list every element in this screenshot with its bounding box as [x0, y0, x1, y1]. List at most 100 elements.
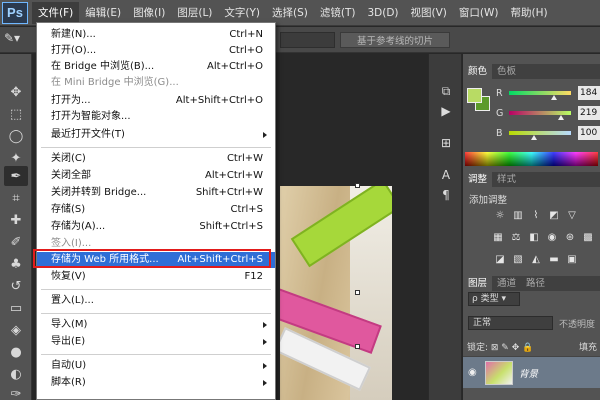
- blend-mode-select[interactable]: 正常: [468, 316, 553, 330]
- menu-item-browse-bridge[interactable]: 在 Bridge 中浏览(B)... Alt+Ctrl+O: [37, 59, 275, 75]
- channel-slider[interactable]: [509, 91, 571, 95]
- healing-brush-tool-icon[interactable]: ✚: [4, 210, 28, 230]
- menu-item-save-for-web[interactable]: 存储为 Web 所用格式... Alt+Shift+Ctrl+S: [37, 252, 275, 268]
- properties-panel-icon[interactable]: ⊞: [436, 134, 456, 152]
- curves-icon[interactable]: ⌇: [529, 208, 543, 222]
- tab-swatches[interactable]: 色板: [492, 64, 521, 79]
- character-panel-icon[interactable]: A: [436, 166, 456, 184]
- channel-value[interactable]: 219: [578, 106, 600, 120]
- menu-file[interactable]: 文件(F): [32, 1, 80, 24]
- channel-mixer-icon[interactable]: ⊛: [563, 230, 577, 244]
- menu-item-automate[interactable]: 自动(U): [37, 358, 275, 374]
- menu-item-open[interactable]: 打开(O)... Ctrl+O: [37, 43, 275, 59]
- color-spectrum-ramp[interactable]: [465, 152, 598, 166]
- channel-value[interactable]: 184: [578, 86, 600, 100]
- eyedropper-tool-icon[interactable]: ✒: [4, 166, 28, 186]
- adjustment-icons-row-3: ◪ ▧ ◭ ▬ ▣: [493, 252, 579, 266]
- crop-tool-icon[interactable]: ⌗: [4, 188, 28, 208]
- menu-item-recent-files[interactable]: 最近打开文件(T): [37, 127, 275, 143]
- tab-color[interactable]: 颜色: [463, 64, 493, 79]
- marquee-tool-icon[interactable]: ⬚: [4, 104, 28, 124]
- menu-item-export[interactable]: 导出(E): [37, 334, 275, 350]
- photo-filter-icon[interactable]: ◉: [545, 230, 559, 244]
- invert-icon[interactable]: ◪: [493, 252, 507, 266]
- menu-item-revert[interactable]: 恢复(V) F12: [37, 269, 275, 285]
- lock-label-text: 锁定:: [467, 343, 489, 353]
- brush-tool-icon[interactable]: ✐: [4, 232, 28, 252]
- slider-thumb[interactable]: [551, 95, 557, 100]
- black-white-icon[interactable]: ◧: [527, 230, 541, 244]
- tab-channels[interactable]: 通道: [492, 276, 521, 291]
- transform-handle[interactable]: [355, 344, 360, 349]
- brightness-icon[interactable]: ☼: [493, 208, 507, 222]
- collapsed-panel-strip: ⧉ ▶ ⊞ A ¶: [428, 54, 462, 400]
- menu-type[interactable]: 文字(Y): [218, 2, 266, 24]
- menu-view[interactable]: 视图(V): [405, 2, 453, 24]
- foreground-color-swatch[interactable]: [467, 88, 482, 103]
- transform-handle[interactable]: [355, 290, 360, 295]
- menu-item-scripts[interactable]: 脚本(R): [37, 375, 275, 391]
- tab-styles[interactable]: 样式: [492, 172, 521, 187]
- eraser-tool-icon[interactable]: ▭: [4, 298, 28, 318]
- selective-color-icon[interactable]: ▣: [565, 252, 579, 266]
- pen-tool-icon[interactable]: ✑: [4, 384, 28, 400]
- channel-value[interactable]: 100: [578, 126, 600, 140]
- menu-image[interactable]: 图像(I): [127, 2, 171, 24]
- exposure-icon[interactable]: ◩: [547, 208, 561, 222]
- vibrance-icon[interactable]: ▽: [565, 208, 579, 222]
- history-panel-icon[interactable]: ⧉: [436, 82, 456, 100]
- threshold-icon[interactable]: ◭: [529, 252, 543, 266]
- menu-item-close[interactable]: 关闭(C) Ctrl+W: [37, 151, 275, 167]
- slider-thumb[interactable]: [531, 135, 537, 140]
- menu-item-open-smart-object[interactable]: 打开为智能对象...: [37, 109, 275, 125]
- sample-size-field[interactable]: [280, 32, 335, 48]
- gradient-map-icon[interactable]: ▬: [547, 252, 561, 266]
- actions-play-icon[interactable]: ▶: [436, 102, 456, 120]
- posterize-icon[interactable]: ▧: [511, 252, 525, 266]
- add-adjustment-label: 添加调整: [469, 195, 508, 206]
- color-lookup-icon[interactable]: ▩: [581, 230, 595, 244]
- levels-icon[interactable]: ▥: [511, 208, 525, 222]
- menu-item-open-as[interactable]: 打开为... Alt+Shift+Ctrl+O: [37, 93, 275, 109]
- menu-item-import[interactable]: 导入(M): [37, 317, 275, 333]
- channel-slider[interactable]: [509, 131, 571, 135]
- menu-help[interactable]: 帮助(H): [505, 2, 554, 24]
- move-tool-icon[interactable]: ✥: [4, 82, 28, 102]
- eye-icon[interactable]: ◉: [468, 367, 477, 378]
- eyedropper-tool-preset-icon[interactable]: ✎▾: [4, 31, 26, 49]
- menu-window[interactable]: 窗口(W): [453, 2, 505, 24]
- slices-from-guides-button[interactable]: 基于参考线的切片: [340, 32, 450, 48]
- clone-stamp-tool-icon[interactable]: ♣: [4, 254, 28, 274]
- paragraph-panel-icon[interactable]: ¶: [436, 186, 456, 204]
- quick-selection-tool-icon[interactable]: ✦: [4, 148, 28, 168]
- hue-saturation-icon[interactable]: ▦: [491, 230, 505, 244]
- submenu-arrow-icon: [263, 322, 267, 328]
- color-balance-icon[interactable]: ⚖: [509, 230, 523, 244]
- dodge-tool-icon[interactable]: ◐: [4, 364, 28, 384]
- menu-3d[interactable]: 3D(D): [361, 2, 404, 24]
- tab-adjustments[interactable]: 调整: [463, 172, 493, 187]
- menu-item-close-all[interactable]: 关闭全部 Alt+Ctrl+W: [37, 168, 275, 184]
- menu-filter[interactable]: 滤镜(T): [314, 2, 362, 24]
- slider-thumb[interactable]: [558, 115, 564, 120]
- tools-panel: ✥ ⬚ ◯ ✦ ✒ ⌗ ✚ ✐ ♣ ↺ ▭ ◈ ● ◐ ✑: [0, 54, 32, 400]
- blur-tool-icon[interactable]: ●: [4, 342, 28, 362]
- tab-layers[interactable]: 图层: [463, 276, 493, 291]
- layer-name[interactable]: 背景: [519, 366, 538, 380]
- menu-layer[interactable]: 图层(L): [171, 2, 218, 24]
- transform-handle[interactable]: [355, 183, 360, 188]
- menu-item-place[interactable]: 置入(L)...: [37, 293, 275, 309]
- layer-row-background[interactable]: ◉ 背景: [463, 356, 600, 388]
- menu-select[interactable]: 选择(S): [266, 2, 314, 24]
- paint-bucket-tool-icon[interactable]: ◈: [4, 320, 28, 340]
- menu-edit[interactable]: 编辑(E): [79, 2, 127, 24]
- lasso-tool-icon[interactable]: ◯: [4, 126, 28, 146]
- history-brush-tool-icon[interactable]: ↺: [4, 276, 28, 296]
- layer-filter-kind-select[interactable]: ρ 类型 ▾: [468, 292, 520, 306]
- lock-label: 锁定: ⊠ ✎ ✥ 🔒: [467, 343, 534, 353]
- menu-item-save-as[interactable]: 存储为(A)... Shift+Ctrl+S: [37, 219, 275, 235]
- menu-item-save[interactable]: 存储(S) Ctrl+S: [37, 202, 275, 218]
- menu-item-close-goto-bridge[interactable]: 关闭并转到 Bridge... Shift+Ctrl+W: [37, 185, 275, 201]
- menu-item-new[interactable]: 新建(N)... Ctrl+N: [37, 27, 275, 43]
- tab-paths[interactable]: 路径: [521, 276, 550, 291]
